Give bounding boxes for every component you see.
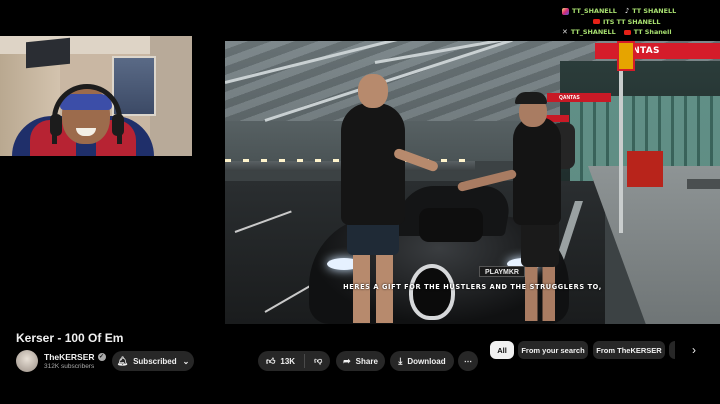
social-instagram: TT_SHANELL ♪ TT SHANELL	[562, 6, 676, 17]
qantas-small-sign: QANTAS	[547, 93, 611, 102]
like-dislike-group[interactable]: 👍︎ 13K 👎︎	[258, 351, 330, 371]
social-x: ✕ TT_SHANELL TT Shanell	[562, 27, 672, 38]
channel-name[interactable]: TheKERSER ✓	[44, 352, 106, 362]
share-label: Share	[355, 356, 378, 366]
kiosk	[627, 151, 663, 187]
car-grille	[409, 264, 455, 320]
download-icon: ⤓	[398, 355, 403, 366]
divider	[304, 354, 306, 368]
sign-pole	[619, 61, 623, 233]
man-left	[341, 103, 405, 225]
youtube-icon	[593, 19, 600, 25]
chevron-down-icon: ⌄	[182, 356, 190, 366]
subscribed-button[interactable]: 🔔︎ Subscribed ⌄	[112, 351, 194, 371]
yellow-sign	[617, 41, 635, 71]
video-caption: HERES A GIFT FOR THE HUSTLERS AND THE ST…	[343, 283, 602, 291]
channel-avatar[interactable]	[16, 350, 38, 372]
duffel-bag	[419, 208, 483, 242]
more-actions-button[interactable]: ⋯	[458, 351, 478, 371]
thumbs-up-icon[interactable]: 👍︎	[266, 356, 275, 367]
x-icon: ✕	[562, 28, 568, 36]
share-icon: ➦	[343, 355, 351, 366]
bell-icon: 🔔︎	[116, 355, 129, 366]
video-title: Kerser - 100 Of Em	[16, 331, 124, 345]
social-handle-text: ITS TT SHANELL	[603, 17, 661, 26]
subscribed-label: Subscribed	[133, 356, 177, 366]
social-handle-text: TT_SHANELL	[572, 7, 617, 15]
bench	[687, 179, 720, 189]
instagram-icon	[562, 7, 569, 15]
webcam-feed	[0, 36, 192, 156]
man-right	[513, 117, 561, 225]
download-label: Download	[407, 356, 446, 366]
more-icon: ⋯	[464, 356, 472, 366]
chevron-right-icon[interactable]: ›	[685, 341, 703, 359]
social-handle-text: TT Shanell	[633, 28, 672, 36]
man-right-cap	[515, 92, 547, 104]
tiktok-icon: ♪	[624, 7, 630, 15]
download-button[interactable]: ⤓ Download	[390, 351, 454, 371]
social-handle-text: TT SHANELL	[632, 7, 677, 15]
verified-icon: ✓	[97, 353, 106, 361]
youtube-icon	[623, 29, 631, 35]
social-youtube: ITS TT SHANELL	[593, 17, 660, 28]
like-count: 13K	[280, 356, 296, 366]
channel-name-text[interactable]: TheKERSER	[44, 352, 95, 362]
chip-from-channel[interactable]: From TheKERSER	[593, 341, 665, 359]
license-plate: PLAYMKR	[479, 266, 525, 277]
webcam-tv	[26, 37, 70, 69]
subscriber-count: 312K subscribers	[44, 363, 95, 369]
social-handle-text: TT_SHANELL	[570, 28, 616, 36]
thumbs-down-icon[interactable]: 👎︎	[314, 356, 322, 366]
qantas-small-sign-text: QANTAS	[559, 94, 580, 101]
man-right-legs	[525, 265, 555, 321]
video-player[interactable]: QANTAS QANTAS PLAYMKR HERES A GIFT FOR T…	[225, 41, 720, 324]
webcam-wall	[150, 36, 192, 156]
man-left-head	[358, 74, 388, 108]
stream-top-bar: TT_SHANELL ♪ TT SHANELL ITS TT SHANELL ✕…	[0, 0, 720, 38]
headphone-cup	[112, 114, 124, 136]
share-button[interactable]: ➦ Share	[336, 351, 385, 371]
headphone-cup	[50, 114, 62, 136]
chip-all[interactable]: All	[490, 341, 514, 359]
chip-from-your-search[interactable]: From your search	[518, 341, 588, 359]
chip-partial[interactable]	[669, 341, 675, 359]
qantas-sign: QANTAS	[595, 43, 720, 59]
